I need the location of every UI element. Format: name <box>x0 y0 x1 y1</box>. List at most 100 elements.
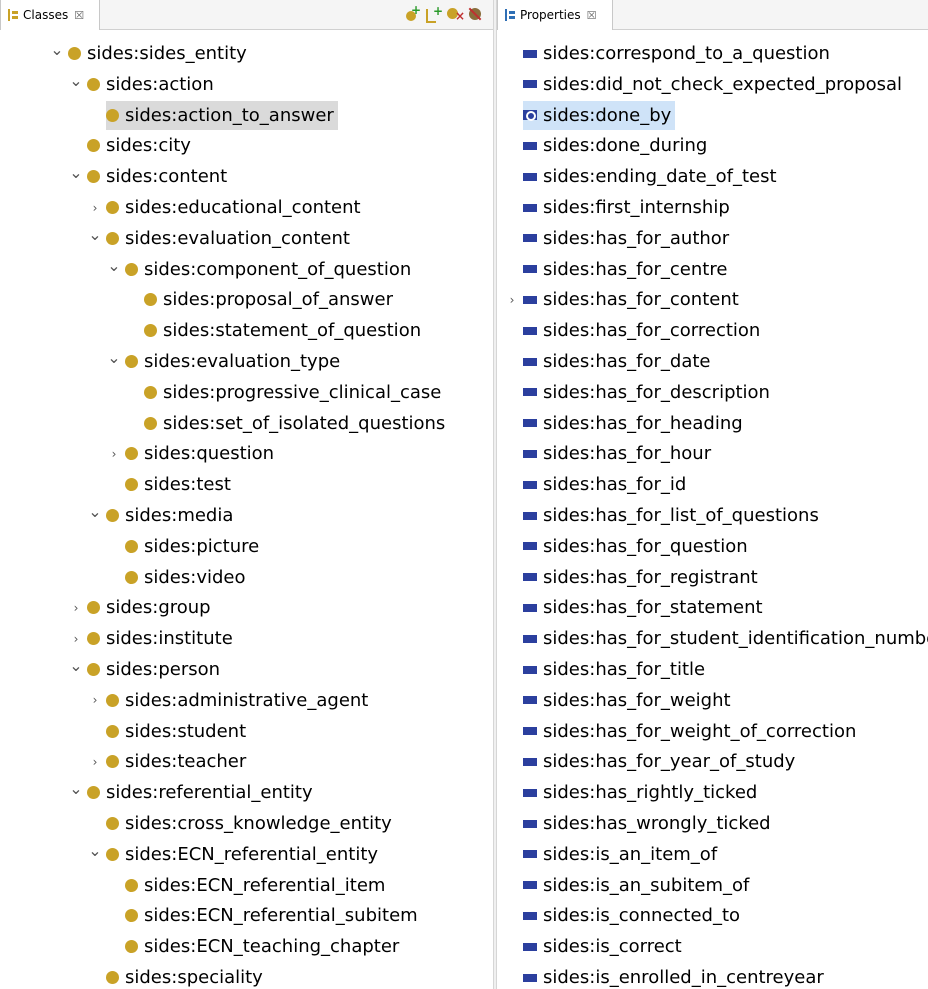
class-tree-item-content: sides:evaluation_type <box>125 347 344 376</box>
property-tree-item[interactable]: › sides:has_for_content <box>505 284 743 315</box>
property-tree-item[interactable]: ›sides:did_not_check_expected_proposal <box>505 69 906 100</box>
class-tree-item[interactable]: ›sides:cross_knowledge_entity <box>88 808 396 839</box>
property-hierarchy-icon <box>504 8 516 22</box>
class-tree-item[interactable]: › sides:educational_content <box>88 192 365 223</box>
add-sibling-icon[interactable] <box>426 4 443 23</box>
class-tree-item[interactable]: ›sides:student <box>88 716 250 747</box>
class-tree-item-content: sides:test <box>125 470 235 499</box>
close-icon[interactable]: ☒ <box>587 9 597 22</box>
class-tree-item[interactable]: ›sides:picture <box>107 531 263 562</box>
property-tree-item[interactable]: ›sides:ending_date_of_test <box>505 161 781 192</box>
chevron-down-icon[interactable]: ⌄ <box>69 773 83 804</box>
class-tree-item[interactable]: ⌄ sides:person <box>69 654 224 685</box>
property-tree-item[interactable]: ›sides:done_by <box>505 100 676 131</box>
property-tree-item[interactable]: ›sides:is_an_subitem_of <box>505 870 753 901</box>
class-tree-item[interactable]: ⌄ sides:ECN_referential_entity <box>88 839 382 870</box>
class-tree-item[interactable]: ⌄ sides:evaluation_type <box>107 346 344 377</box>
property-tree-item[interactable]: ›sides:is_correct <box>505 931 686 962</box>
chevron-right-icon[interactable]: › <box>69 592 83 623</box>
property-tree-item[interactable]: ›sides:has_for_centre <box>505 254 731 285</box>
class-tree-item[interactable]: ›sides:progressive_clinical_case <box>126 377 445 408</box>
class-tree-item[interactable]: ⌄ sides:media <box>88 500 237 531</box>
chevron-down-icon[interactable]: ⌄ <box>107 250 121 281</box>
class-tree-item[interactable]: › sides:administrative_agent <box>88 685 372 716</box>
property-tree-item[interactable]: ›sides:has_for_title <box>505 654 709 685</box>
object-property-icon <box>523 573 537 582</box>
chevron-down-icon[interactable]: ⌄ <box>88 219 102 250</box>
property-tree-item[interactable]: ›sides:has_for_hour <box>505 438 715 469</box>
tab-classes[interactable]: Classes ☒ <box>0 0 100 30</box>
chevron-down-icon[interactable]: ⌄ <box>69 157 83 188</box>
class-tree-item[interactable]: ›sides:test <box>107 469 235 500</box>
delete-class-icon[interactable] <box>447 7 465 23</box>
property-tree-item[interactable]: ›sides:has_for_author <box>505 223 733 254</box>
class-tree-item[interactable]: ⌄ sides:component_of_question <box>107 254 415 285</box>
property-tree-item[interactable]: ›sides:has_for_list_of_questions <box>505 500 823 531</box>
property-tree-item[interactable]: ›sides:correspond_to_a_question <box>505 38 834 69</box>
property-tree-item-content: sides:has_for_weight <box>523 686 735 715</box>
chevron-down-icon[interactable]: ⌄ <box>69 650 83 681</box>
property-tree-item[interactable]: ›sides:done_during <box>505 130 711 161</box>
property-tree-item[interactable]: ›sides:has_for_correction <box>505 315 764 346</box>
class-tree-item[interactable]: ›sides:action_to_answer <box>88 100 338 131</box>
property-tree-item-content: sides:first_internship <box>523 193 734 222</box>
class-icon <box>125 262 138 276</box>
property-tree-item[interactable]: ›sides:first_internship <box>505 192 734 223</box>
chevron-right-icon[interactable]: › <box>88 685 102 716</box>
property-tree-item[interactable]: ›sides:has_for_statement <box>505 592 767 623</box>
class-tree-item[interactable]: ›sides:video <box>107 562 250 593</box>
chevron-down-icon[interactable]: ⌄ <box>88 496 102 527</box>
add-subclass-icon[interactable] <box>405 3 421 22</box>
deprecate-icon[interactable] <box>468 7 483 22</box>
class-tree-item[interactable]: ›sides:set_of_isolated_questions <box>126 408 449 439</box>
class-label: sides:question <box>144 443 275 465</box>
chevron-down-icon[interactable]: ⌄ <box>69 65 83 96</box>
property-tree-item[interactable]: ›sides:has_for_year_of_study <box>505 746 799 777</box>
property-label: sides:done_during <box>543 135 708 157</box>
class-tree-item-content: sides:ECN_referential_item <box>125 871 389 900</box>
property-tree-item[interactable]: ›sides:is_enrolled_in_centreyear <box>505 962 828 989</box>
class-tree-item[interactable]: › sides:institute <box>69 623 237 654</box>
class-tree-item[interactable]: ›sides:city <box>69 130 195 161</box>
property-tree-item[interactable]: ›sides:has_rightly_ticked <box>505 777 761 808</box>
class-tree-item[interactable]: › sides:group <box>69 592 215 623</box>
class-icon <box>106 724 119 738</box>
class-tree-item-content: sides:media <box>106 501 237 530</box>
class-tree-item[interactable]: ›sides:ECN_teaching_chapter <box>107 931 403 962</box>
class-tree-item[interactable]: ⌄ sides:action <box>69 69 218 100</box>
chevron-down-icon[interactable]: ⌄ <box>50 34 64 65</box>
chevron-right-icon[interactable]: › <box>505 284 519 315</box>
property-tree-item[interactable]: ›sides:has_wrongly_ticked <box>505 808 775 839</box>
property-tree-item[interactable]: ›sides:has_for_weight_of_correction <box>505 716 860 747</box>
property-tree-item[interactable]: ›sides:has_for_id <box>505 469 690 500</box>
property-tree-item[interactable]: ›sides:has_for_date <box>505 346 714 377</box>
chevron-right-icon[interactable]: › <box>88 746 102 777</box>
class-icon <box>144 416 157 430</box>
class-tree-item[interactable]: ›sides:speciality <box>88 962 267 989</box>
property-tree-item[interactable]: ›sides:has_for_description <box>505 377 774 408</box>
class-tree-item[interactable]: ›sides:statement_of_question <box>126 315 425 346</box>
class-tree-item[interactable]: › sides:teacher <box>88 746 250 777</box>
property-tree-item[interactable]: ›sides:is_connected_to <box>505 900 744 931</box>
class-tree-item[interactable]: › sides:question <box>107 438 278 469</box>
class-tree-item[interactable]: ⌄ sides:referential_entity <box>69 777 317 808</box>
class-tree-item[interactable]: ›sides:proposal_of_answer <box>126 284 397 315</box>
close-icon[interactable]: ☒ <box>74 9 84 22</box>
property-tree-item[interactable]: ›sides:has_for_question <box>505 531 752 562</box>
chevron-down-icon[interactable]: ⌄ <box>107 342 121 373</box>
class-tree-item[interactable]: ›sides:ECN_referential_subitem <box>107 900 422 931</box>
class-tree-item[interactable]: ⌄ sides:content <box>69 161 231 192</box>
property-tree-item[interactable]: ›sides:has_for_heading <box>505 408 747 439</box>
class-tree-item-content: sides:ECN_teaching_chapter <box>125 932 403 961</box>
property-label: sides:has_for_hour <box>543 443 712 465</box>
property-tree-item[interactable]: ›sides:has_for_weight <box>505 685 735 716</box>
property-tree-item[interactable]: ›sides:has_for_student_identification_nu… <box>505 623 928 654</box>
property-tree-item[interactable]: ›sides:is_an_item_of <box>505 839 721 870</box>
property-tree-item[interactable]: ›sides:has_for_registrant <box>505 562 762 593</box>
class-tree-item[interactable]: ›sides:ECN_referential_item <box>107 870 389 901</box>
chevron-right-icon[interactable]: › <box>107 438 121 469</box>
tab-properties[interactable]: Properties ☒ <box>497 0 613 30</box>
chevron-down-icon[interactable]: ⌄ <box>88 835 102 866</box>
object-property-icon <box>523 973 537 982</box>
class-tree-item[interactable]: ⌄ sides:evaluation_content <box>88 223 354 254</box>
